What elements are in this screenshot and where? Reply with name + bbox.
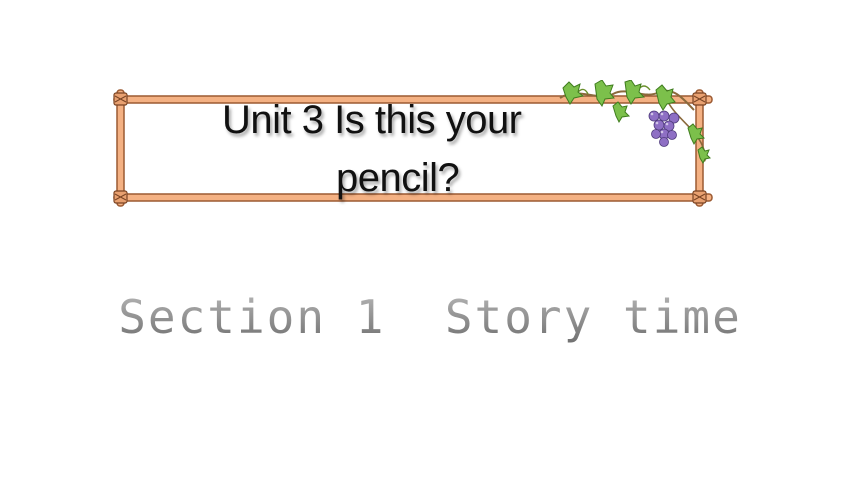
slide: Unit 3 Is this your pencil? Section 1 St…	[0, 0, 860, 484]
grape-vine-icon	[559, 80, 712, 165]
title-line-1: Unit 3 Is this your	[222, 98, 522, 142]
title-line-2: pencil?	[336, 156, 460, 200]
section-subtitle: Section 1 Story time	[0, 290, 860, 344]
